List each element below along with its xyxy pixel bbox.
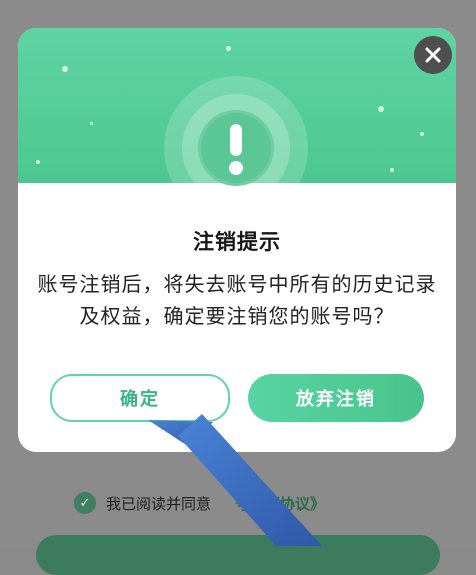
sparkle <box>390 168 394 172</box>
dialog-message: 账号注销后，将失去账号中所有的历史记录及权益，确定要注销您的账号吗？ <box>37 272 437 328</box>
cancel-button[interactable]: 放弃注销 <box>248 374 424 422</box>
agreement-text: 我已阅读并同意 <box>106 494 212 513</box>
agreement-link[interactable]: 号注销协议》 <box>235 493 325 514</box>
cancellation-dialog: 注销提示 账号注销后，将失去账号中所有的历史记录及权益，确定要注销您的账号吗？ … <box>18 28 456 452</box>
sparkle <box>36 160 40 164</box>
sparkle <box>420 132 424 136</box>
sparkle <box>378 106 384 112</box>
alert-ring-core <box>198 110 274 186</box>
sparkle <box>62 66 68 72</box>
confirm-button[interactable]: 确定 <box>50 374 230 422</box>
check-icon[interactable]: ✓ <box>74 492 96 514</box>
agreement-row[interactable]: ✓ 我已阅读并同意 号注销协议》 <box>74 489 325 517</box>
exclamation-icon <box>229 124 243 175</box>
close-icon <box>425 47 441 63</box>
close-button[interactable] <box>414 36 452 74</box>
sparkle <box>90 122 93 125</box>
dialog-title: 注销提示 <box>193 230 281 254</box>
sparkle <box>226 46 231 51</box>
bottom-action-button[interactable] <box>36 535 440 575</box>
